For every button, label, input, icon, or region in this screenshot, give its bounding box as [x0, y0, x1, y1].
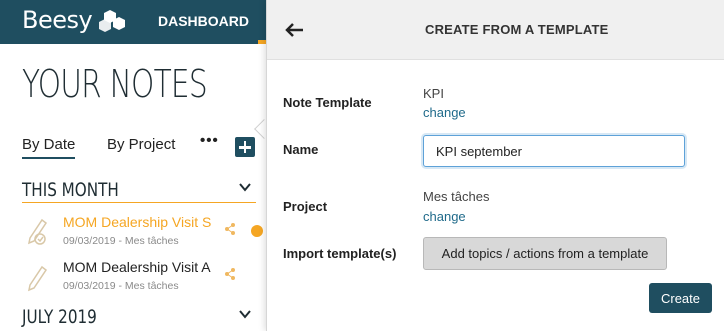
- note-meta: 09/03/2019 - Mes tâches: [63, 280, 179, 292]
- pencil-note-icon: [27, 218, 48, 245]
- note-project: Mes tâches: [124, 280, 179, 292]
- name-label: Name: [283, 142, 319, 157]
- nav-dashboard[interactable]: DASHBOARD: [158, 13, 249, 29]
- create-from-template-dialog: CREATE FROM A TEMPLATE Note Template KPI…: [266, 0, 724, 331]
- note-title: MOM Dealership Visit S: [63, 214, 212, 230]
- list-item[interactable]: MOM Dealership Visit S 09/03/2019 - Mes …: [22, 210, 266, 254]
- dialog-title: CREATE FROM A TEMPLATE: [425, 22, 609, 37]
- name-input[interactable]: [423, 135, 685, 167]
- share-icon[interactable]: [224, 222, 236, 236]
- note-meta: 09/03/2019 - Mes tâches: [63, 235, 179, 247]
- import-templates-label: Import template(s): [283, 246, 397, 261]
- list-item[interactable]: MOM Dealership Visit A 09/03/2019 - Mes …: [22, 255, 266, 299]
- add-from-template-button[interactable]: Add topics / actions from a template: [423, 237, 667, 270]
- change-project-link[interactable]: change: [423, 209, 466, 224]
- project-label: Project: [283, 199, 328, 214]
- note-template-label: Note Template: [283, 95, 372, 110]
- change-template-link[interactable]: change: [423, 105, 466, 120]
- pencil-icon: [27, 265, 48, 292]
- note-project: Mes tâches: [124, 235, 179, 247]
- section-title: THIS MONTH: [22, 179, 119, 201]
- notes-panel: YOUR NOTES By Date By Project ••• THIS M…: [8, 44, 266, 331]
- share-icon[interactable]: [224, 267, 236, 281]
- note-title: MOM Dealership Visit A: [63, 259, 211, 275]
- dialog-header: CREATE FROM A TEMPLATE: [267, 0, 724, 60]
- back-arrow-icon[interactable]: [283, 20, 307, 40]
- beesy-logo[interactable]: Beesy: [22, 6, 93, 34]
- add-note-button[interactable]: [235, 137, 255, 157]
- create-button[interactable]: Create: [649, 283, 712, 313]
- logo-hexagons-icon: [99, 10, 125, 32]
- note-date: 09/03/2019: [63, 280, 116, 292]
- tab-by-project[interactable]: By Project: [107, 136, 175, 153]
- tab-by-date[interactable]: By Date: [22, 136, 76, 159]
- chevron-down-icon[interactable]: [238, 307, 252, 321]
- app-window: Beesy DASHBOARD YOUR NOTES By Date By Pr…: [0, 0, 724, 331]
- section-title: JULY 2019: [22, 306, 97, 328]
- section-header[interactable]: THIS MONTH: [22, 177, 256, 203]
- project-value: Mes tâches: [423, 189, 490, 204]
- notes-tabs: By Date By Project •••: [22, 132, 252, 160]
- page-title: YOUR NOTES: [22, 62, 208, 106]
- section-header[interactable]: JULY 2019: [22, 304, 256, 330]
- unread-dot: [251, 225, 263, 237]
- note-date: 09/03/2019: [63, 235, 116, 247]
- note-template-value: KPI: [423, 86, 444, 101]
- chevron-down-icon[interactable]: [238, 180, 252, 194]
- more-options-button[interactable]: •••: [200, 132, 219, 149]
